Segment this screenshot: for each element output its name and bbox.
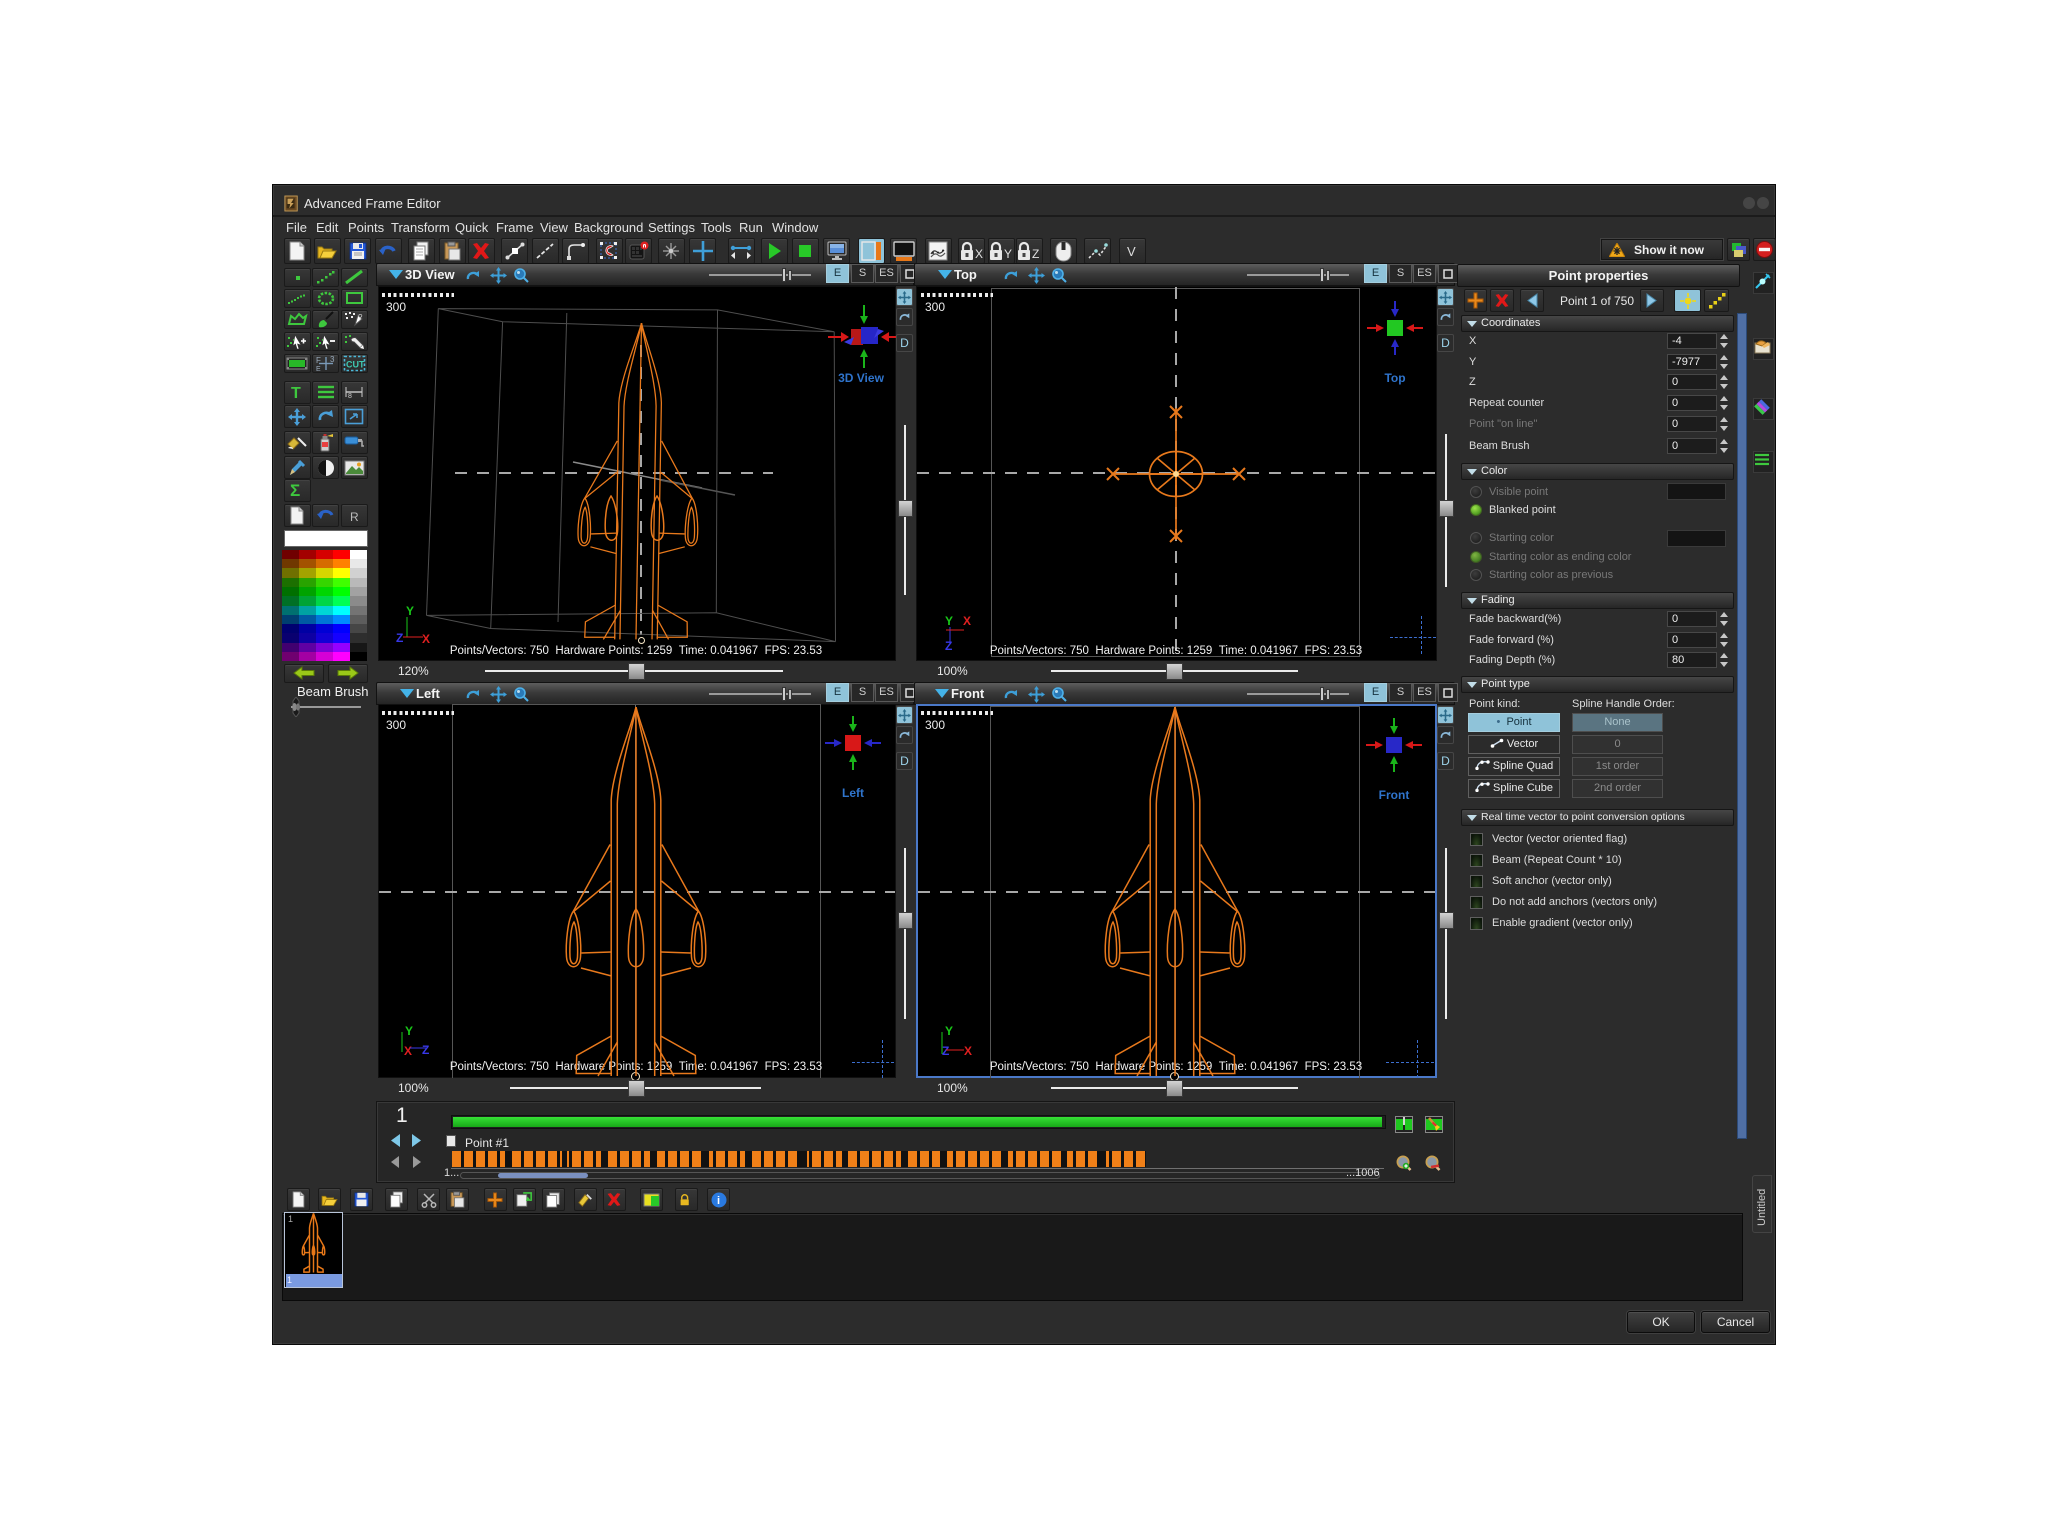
svg-text:Z: Z [1032,247,1039,261]
svg-text:i: i [717,1195,720,1207]
svg-text:V: V [1127,244,1136,259]
svg-text:8: 8 [348,393,352,400]
svg-text:Y: Y [1004,247,1012,261]
svg-text:Σ: Σ [290,481,300,499]
svg-text:3: 3 [330,355,335,364]
svg-text:CUT: CUT [346,360,365,370]
svg-text:T: T [291,385,301,401]
svg-text:R: R [350,510,359,524]
svg-text:E: E [316,366,321,372]
svg-text:X: X [975,247,983,261]
svg-text:?: ? [358,313,363,322]
